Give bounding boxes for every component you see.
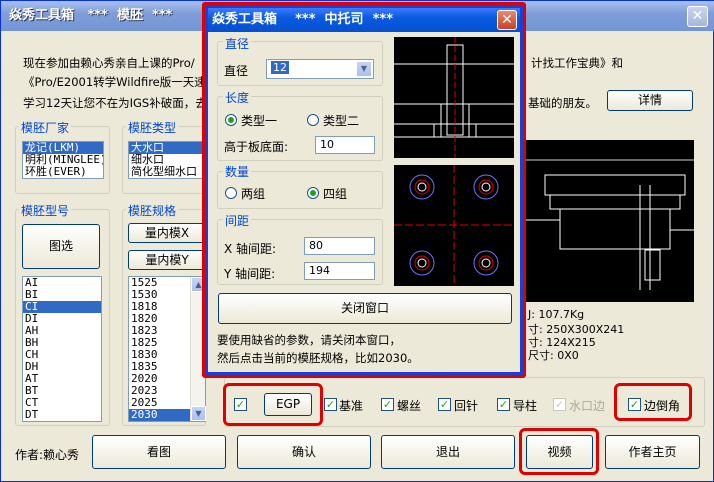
chevron-down-icon[interactable]: ▼ (356, 61, 372, 77)
highlight-chamfer (614, 383, 692, 421)
main-close-button[interactable]: ✕ (687, 6, 708, 27)
type2-label: 类型二 (323, 114, 360, 128)
count-group-label: 数量 (223, 163, 252, 180)
confirm-button[interactable]: 确认 (237, 435, 371, 469)
intro-line-2: 《Pro/E2001转学Wildfire版一天速 (23, 75, 206, 89)
details-button[interactable]: 详情 (607, 90, 693, 111)
dialog-title-text: 焱秀工具箱 *** 中托司 *** (212, 12, 393, 27)
type2-radio[interactable] (307, 114, 319, 126)
scroll-down-icon[interactable]: ▼ (191, 406, 206, 421)
model-list[interactable]: AI BI CI DI AH BH CH DH AT BT CT DT (22, 276, 102, 422)
intro-line-1: 现在参加由赖心秀亲自上课的Pro/ (23, 56, 195, 70)
hint-line-2: 然后点击当前的模胚规格，比如2030。 (217, 351, 419, 365)
dialog-close-button[interactable]: ✕ (497, 10, 517, 30)
intro-line-1-right: 计找工作宝典》和 (531, 56, 623, 70)
y-spacing-input[interactable]: 194 (304, 262, 375, 280)
guide-bush-section-image (394, 37, 514, 158)
guide-bush-layout-image (394, 165, 514, 286)
diameter-select[interactable]: 12 ▼ (266, 59, 374, 79)
spec-y-button[interactable]: 量内模Y (128, 250, 206, 270)
list-item[interactable]: 简化型细水口 (129, 166, 205, 178)
filter-button[interactable]: 图选 (22, 224, 100, 269)
list-item[interactable]: DT (23, 409, 101, 421)
length-group-label: 长度 (223, 89, 252, 106)
dialog-title-bar: 焱秀工具箱 *** 中托司 *** (208, 8, 520, 32)
intro-line-3: 学习12天让您不在为IGS补破面，去 (23, 96, 207, 110)
screw-checkbox[interactable]: ✓ (381, 398, 394, 411)
type1-label: 类型一 (241, 114, 278, 128)
info-weight: J: 107.7Kg (528, 308, 585, 321)
four-groups-radio[interactable] (307, 187, 319, 199)
home-button[interactable]: 作者主页 (605, 435, 700, 469)
intro-line-3-right: 基础的朋友。 (528, 96, 597, 110)
return-pin-checkbox[interactable]: ✓ (438, 398, 451, 411)
close-window-button[interactable]: 关闭窗口 (218, 293, 512, 324)
exit-button[interactable]: 退出 (381, 435, 515, 469)
y-spacing-label: Y 轴间距: (224, 267, 276, 281)
four-groups-label: 四组 (323, 187, 348, 201)
hint-line-1: 要使用缺省的参数，请关闭本窗口， (217, 333, 401, 347)
return-pin-label: 回针 (454, 399, 479, 413)
info-offset: 尺寸: 0X0 (528, 349, 579, 362)
main-title-text: 焱秀工具箱 *** 模胚 *** (9, 8, 173, 23)
two-groups-radio[interactable] (225, 187, 237, 199)
type-list[interactable]: 大水口 细水口 简化型细水口 (128, 141, 206, 179)
gate-edge-label: 水口边 (569, 399, 606, 413)
type-group-label: 模胚类型 (126, 119, 179, 136)
vendor-group-label: 模胚厂家 (19, 119, 72, 136)
mold-preview-image (520, 140, 694, 302)
x-spacing-input[interactable]: 80 (304, 237, 375, 255)
height-label: 高于板底面: (224, 140, 289, 154)
two-groups-label: 两组 (241, 187, 266, 201)
model-group-label: 模胚型号 (19, 202, 72, 219)
screw-label: 螺丝 (397, 399, 422, 413)
diameter-group-label: 直径 (223, 35, 252, 52)
vendor-list[interactable]: 龙记(LKM) 明利(MINGLEE) 环胜(EVER) (22, 141, 104, 179)
list-item[interactable]: 环胜(EVER) (23, 166, 103, 178)
view-button[interactable]: 看图 (92, 435, 226, 469)
gate-edge-checkbox[interactable]: ✓ (553, 398, 566, 411)
diameter-value: 12 (271, 61, 289, 74)
spec-x-button[interactable]: 量内模X (128, 223, 206, 243)
guide-pin-label: 导柱 (513, 399, 538, 413)
spec-group-label: 模胚规格 (126, 202, 179, 219)
spacing-group-label: 间距 (223, 212, 252, 229)
x-spacing-label: X 轴间距: (224, 242, 277, 256)
datum-label: 基准 (339, 399, 364, 413)
datum-checkbox[interactable]: ✓ (324, 398, 337, 411)
guide-pin-checkbox[interactable]: ✓ (497, 398, 510, 411)
highlight-egp (223, 383, 323, 426)
author-label: 作者:赖心秀 (15, 448, 80, 462)
highlight-video (519, 428, 599, 475)
height-input[interactable]: 10 (315, 136, 375, 154)
dialog-window: 焱秀工具箱 *** 中托司 *** ✕ 直径 直径 12 ▼ 长度 类型一 类型… (205, 5, 523, 375)
type1-radio[interactable] (225, 114, 237, 126)
diameter-label: 直径 (224, 64, 249, 78)
